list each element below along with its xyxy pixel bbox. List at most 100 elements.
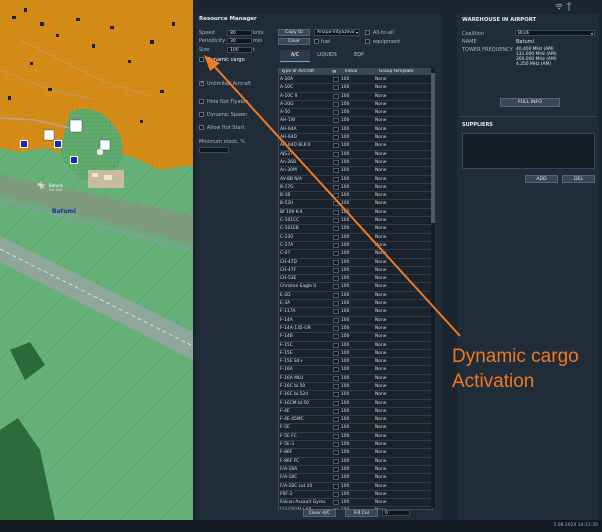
unit-marker[interactable] (70, 156, 78, 164)
initial-value[interactable]: 100 (341, 325, 349, 332)
table-row[interactable]: A-10C II 100 None (279, 93, 432, 101)
table-row[interactable]: C-101EB 100 None (279, 225, 432, 234)
unit-marker[interactable] (54, 140, 62, 148)
unlimited-checkbox[interactable] (333, 251, 339, 257)
unlimited-checkbox[interactable] (333, 85, 339, 91)
full-info-button[interactable]: FULL INFO (500, 98, 560, 107)
table-row[interactable]: CH-53E 100 None (279, 275, 432, 284)
table-row[interactable]: C-130 100 None (279, 234, 432, 242)
table-row[interactable]: AH-1W 100 None (279, 117, 432, 126)
group-template[interactable]: None (375, 126, 386, 133)
group-template[interactable]: None (375, 441, 386, 448)
table-row[interactable]: CH-47D 100 None (279, 259, 432, 267)
group-template[interactable]: None (375, 466, 386, 473)
unlimited-checkbox[interactable] (333, 159, 339, 165)
del-button[interactable]: DEL (562, 175, 595, 183)
initial-value[interactable]: 100 (341, 126, 349, 133)
initial-value[interactable]: 100 (341, 333, 349, 340)
table-row[interactable]: AH-64A 100 None (279, 126, 432, 135)
unlimited-checkbox[interactable] (333, 276, 339, 282)
group-template[interactable]: None (375, 424, 386, 431)
unlimited-checkbox[interactable] (333, 226, 339, 232)
unlimited-checkbox[interactable] (333, 234, 339, 240)
tab-ac[interactable]: A/C (280, 50, 310, 62)
initial-value[interactable]: 100 (341, 217, 349, 224)
table-row[interactable]: F-16C bl.52d 100 None (279, 391, 432, 400)
group-template[interactable]: None (375, 242, 386, 249)
initial-value[interactable]: 100 (341, 176, 349, 183)
all-to-all-checkbox[interactable] (365, 30, 370, 35)
group-template[interactable]: None (375, 350, 386, 357)
table-row[interactable]: F/A-18A 100 None (279, 466, 432, 475)
header-group-template[interactable]: Group template (379, 69, 414, 75)
group-template[interactable]: None (375, 283, 386, 290)
table-row[interactable]: E-2D 100 None (279, 292, 432, 301)
table-row[interactable]: AV-8B N/A 100 None (279, 176, 432, 184)
table-row[interactable]: F-5E 100 None (279, 424, 432, 433)
group-template[interactable]: None (375, 325, 386, 332)
unlimited-checkbox[interactable] (333, 342, 339, 348)
unlimited-checkbox[interactable] (333, 383, 339, 389)
header-type[interactable]: Type of Aircraft (281, 69, 314, 75)
group-template[interactable]: None (375, 474, 386, 481)
group-template[interactable]: None (375, 225, 386, 232)
initial-value[interactable]: 100 (341, 350, 349, 357)
unlimited-checkbox[interactable] (333, 267, 339, 273)
initial-value[interactable]: 100 (341, 93, 349, 100)
allow-hot-start-checkbox[interactable] (199, 125, 204, 130)
fill-col-button[interactable]: Fill Col (345, 509, 378, 517)
table-row[interactable]: CH-47F 100 None (279, 267, 432, 276)
table-row[interactable]: A-10A 100 None (279, 76, 432, 85)
unlimited-checkbox[interactable] (333, 392, 339, 398)
table-row[interactable]: F-16A 100 None (279, 366, 432, 375)
initial-value[interactable]: 100 (341, 84, 349, 91)
initial-value[interactable]: 100 (341, 76, 349, 83)
unlimited-checkbox[interactable] (333, 176, 339, 182)
initial-value[interactable]: 100 (341, 408, 349, 415)
header-unlimited[interactable]: ∞ (332, 69, 337, 75)
initial-value[interactable]: 100 (341, 383, 349, 390)
table-row[interactable]: F-14A 100 None (279, 317, 432, 325)
unlimited-checkbox[interactable] (333, 184, 339, 190)
table-row[interactable]: F-5E FC 100 None (279, 433, 432, 442)
table-row[interactable]: F/A-18C Lot 20 100 None (279, 483, 432, 491)
unlimited-checkbox[interactable] (333, 325, 339, 331)
table-row[interactable]: Christen Eagle II 100 None (279, 283, 432, 292)
unlimited-checkbox[interactable] (333, 126, 339, 132)
size-input[interactable]: 100 (227, 47, 252, 53)
initial-value[interactable]: 100 (341, 117, 349, 124)
minimum-stock-input[interactable] (199, 147, 229, 153)
initial-value[interactable]: 100 (341, 391, 349, 398)
table-row[interactable]: F-16C bl.50 100 None (279, 383, 432, 392)
table-row[interactable]: E-3A 100 None (279, 300, 432, 309)
unlimited-checkbox[interactable] (333, 151, 339, 157)
group-template[interactable]: None (375, 342, 386, 349)
speed-input[interactable]: 80 (227, 30, 252, 36)
initial-value[interactable]: 100 (341, 491, 349, 498)
unlimited-checkbox[interactable] (333, 483, 339, 489)
initial-value[interactable]: 100 (341, 358, 349, 365)
copy-to-select[interactable]: Anapa-Vityazevo ▾ (314, 29, 360, 36)
group-template[interactable]: None (375, 292, 386, 299)
unlimited-checkbox[interactable] (333, 475, 339, 481)
table-row[interactable]: F-16A MLU 100 None (279, 375, 432, 383)
initial-value[interactable]: 100 (341, 192, 349, 199)
table-row[interactable]: F-14A-135-GR 100 None (279, 325, 432, 334)
unlimited-checkbox[interactable] (333, 491, 339, 497)
group-template[interactable]: None (375, 250, 386, 257)
initial-value[interactable]: 100 (341, 267, 349, 274)
group-template[interactable]: None (375, 209, 386, 216)
unlimited-checkbox[interactable] (333, 301, 339, 307)
group-template[interactable]: None (375, 101, 386, 108)
initial-value[interactable]: 100 (341, 499, 349, 506)
unlimited-aircraft-checkbox[interactable] (199, 80, 204, 86)
group-template[interactable]: None (375, 200, 386, 207)
group-template[interactable]: None (375, 491, 386, 498)
group-template[interactable]: None (375, 167, 386, 174)
tab-eqp[interactable]: EQP (344, 50, 374, 61)
unlimited-checkbox[interactable] (333, 466, 339, 472)
group-template[interactable]: None (375, 234, 386, 241)
group-template[interactable]: None (375, 358, 386, 365)
table-scrollbar[interactable] (431, 68, 435, 508)
group-template[interactable]: None (375, 151, 386, 158)
